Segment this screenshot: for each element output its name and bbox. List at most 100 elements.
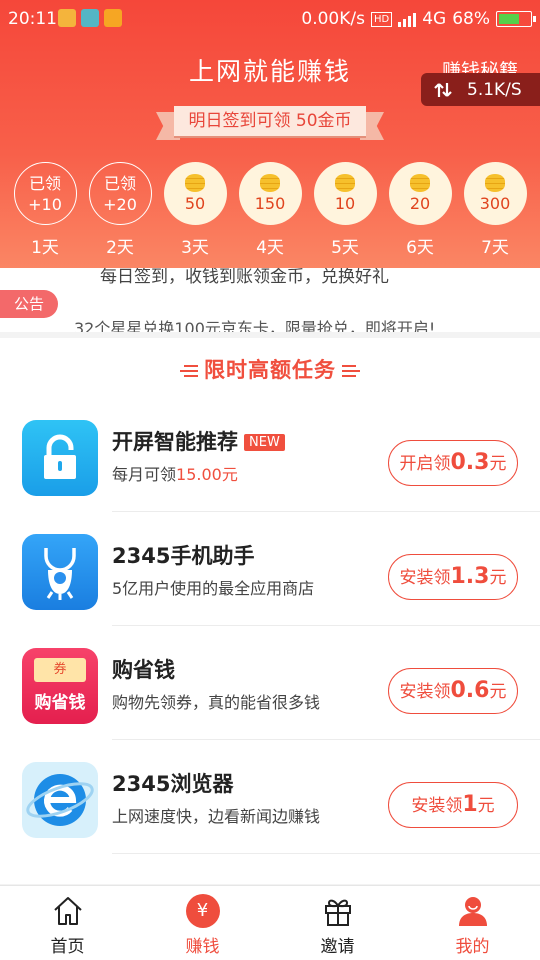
coin-icon [485, 174, 505, 192]
coin-icon [260, 174, 280, 192]
new-badge: NEW [244, 434, 285, 451]
warning-icon [104, 9, 122, 27]
battery-icon [496, 11, 536, 27]
checkin-day-label: 2天 [106, 238, 134, 258]
status-bar: 20:11 0.00K/s HD 4G 68% [0, 0, 540, 38]
task-amount: 15.00元 [176, 465, 238, 484]
tab-label: 赚钱 [185, 937, 220, 957]
lock-icon [22, 420, 98, 496]
task-row[interactable]: 2345浏览器 上网速度快，边看新闻边赚钱 安装领1元 [0, 740, 540, 854]
status-right: 0.00K/s HD 4G 68% [301, 9, 536, 29]
checkin-day-5[interactable]: 10 5天 [313, 162, 377, 258]
task-description: 上网速度快，边看新闻边赚钱 [112, 807, 321, 826]
checkin-circle: 10 [313, 162, 377, 225]
task-name: 购省钱 [112, 658, 175, 682]
announcement-tag: 公告 [0, 290, 58, 318]
checkin-day-3[interactable]: 50 3天 [163, 162, 227, 258]
screen: 20:11 0.00K/s HD 4G 68% 上网就能赚钱 赚钱秘籍 5.1K… [0, 0, 540, 960]
bottom-tab-bar: 首页 ¥ 赚钱 邀请 我的 [0, 885, 540, 960]
title-decoration-left [180, 362, 198, 380]
task-name: 2345浏览器 [112, 772, 234, 796]
install-reward-button[interactable]: 安装领0.6元 [388, 668, 518, 714]
task-row[interactable]: 开屏智能推荐 NEW 每月可领15.00元 开启领0.3元 [0, 398, 540, 512]
tab-profile[interactable]: 我的 [405, 886, 540, 960]
coupon-icon-text: 购省钱 [34, 693, 86, 713]
yuan-icon: ¥ [185, 894, 220, 928]
signal-icon [398, 11, 417, 27]
checkin-day-4[interactable]: 150 4天 [238, 162, 302, 258]
checkin-circle: 50 [163, 162, 227, 225]
checkin-day-label: 3天 [181, 238, 209, 258]
shopping-bag-icon [22, 534, 98, 610]
browser-icon [22, 762, 98, 838]
checkin-reward: +20 [103, 194, 137, 214]
checkin-day-label: 1天 [31, 238, 59, 258]
task-description: 5亿用户使用的最全应用商店 [112, 579, 315, 598]
coupon-icon: 券 购省钱 [22, 648, 98, 724]
checkin-circle: 300 [463, 162, 527, 225]
task-row[interactable]: 2345手机助手 5亿用户使用的最全应用商店 安装领1.3元 [0, 512, 540, 626]
tab-home[interactable]: 首页 [0, 886, 135, 960]
tab-invite[interactable]: 邀请 [270, 886, 405, 960]
checkin-status: 已领 [103, 173, 136, 193]
task-description: 每月可领15.00元 [112, 465, 238, 484]
status-time: 20:11 [8, 9, 57, 29]
announcement-text: 32个星星兑换100元京东卡，限量抢兑，即将开启! [74, 319, 436, 332]
scan-icon [81, 9, 99, 27]
coin-icon [335, 174, 355, 192]
checkin-circle: 已领 +20 [88, 162, 152, 225]
checkin-circle: 已领 +10 [13, 162, 77, 225]
checkin-day-6[interactable]: 20 6天 [388, 162, 452, 258]
checkin-reward: 150 [254, 194, 286, 213]
checkin-day-label: 4天 [256, 238, 284, 258]
title-decoration-right [342, 362, 360, 380]
checkin-circle: 20 [388, 162, 452, 225]
coin-icon [185, 174, 205, 192]
checkin-day-1[interactable]: 已领 +10 1天 [13, 162, 77, 258]
tab-label: 首页 [50, 937, 85, 957]
checkin-reward: 300 [479, 194, 511, 213]
checkin-reward: 20 [409, 194, 431, 213]
coin-icon [410, 174, 430, 192]
checkin-reward: +10 [28, 194, 62, 214]
battery-percent: 68% [452, 9, 490, 29]
checkin-day-2[interactable]: 已领 +20 2天 [88, 162, 152, 258]
task-description: 购物先领券，真的能省很多钱 [112, 693, 321, 712]
checkin-day-label: 7天 [481, 238, 509, 258]
coupon-ticket: 券 [34, 658, 86, 682]
task-name: 2345手机助手 [112, 544, 255, 568]
section-title: 限时高额任务 [0, 354, 540, 384]
checkin-day-label: 6天 [406, 238, 434, 258]
network-speed: 0.00K/s [301, 9, 365, 29]
checkin-reward: 50 [184, 194, 206, 213]
enable-reward-button[interactable]: 开启领0.3元 [388, 440, 518, 486]
checkin-circle: 150 [238, 162, 302, 225]
announcement-bar[interactable]: 每日签到，收钱到账领金币，兑换好礼 公告 32个星星兑换100元京东卡，限量抢兑… [0, 268, 540, 332]
task-row[interactable]: 券 购省钱 购省钱 购物先领券，真的能省很多钱 安装领0.6元 [0, 626, 540, 740]
speed-widget[interactable]: 5.1K/S [421, 73, 540, 106]
battery-level [499, 14, 519, 24]
checkin-days: 已领 +10 1天 已领 +20 2天 50 3天 150 4天 10 5天 2… [0, 162, 540, 262]
task-list: 限时高额任务 开屏智能推荐 NEW 每月可领15.00元 开启领0.3元 2345… [0, 338, 540, 884]
install-reward-button[interactable]: 安装领1元 [388, 782, 518, 828]
task-name: 开屏智能推荐 NEW [112, 426, 285, 456]
profile-icon [458, 897, 487, 926]
checkin-reward: 10 [334, 194, 356, 213]
checkin-banner-text: 明日签到可领 50金币 [174, 106, 366, 136]
notification-icons [58, 9, 122, 27]
checkin-day-7[interactable]: 300 7天 [463, 162, 527, 258]
transfer-arrows-icon [434, 82, 452, 97]
announcement-previous-text: 每日签到，收钱到账领金币，兑换好礼 [100, 268, 389, 287]
tab-earn[interactable]: ¥ 赚钱 [135, 886, 270, 960]
network-type: 4G [422, 9, 447, 29]
install-reward-button[interactable]: 安装领1.3元 [388, 554, 518, 600]
divider [112, 853, 540, 854]
checkin-day-label: 5天 [331, 238, 359, 258]
checkin-status: 已领 [28, 173, 61, 193]
home-icon [53, 897, 82, 925]
gift-icon [324, 899, 351, 926]
section-title-text: 限时高额任务 [204, 358, 336, 382]
tab-label: 我的 [455, 937, 490, 957]
tab-label: 邀请 [320, 937, 355, 957]
notification-app-icon [58, 9, 76, 27]
